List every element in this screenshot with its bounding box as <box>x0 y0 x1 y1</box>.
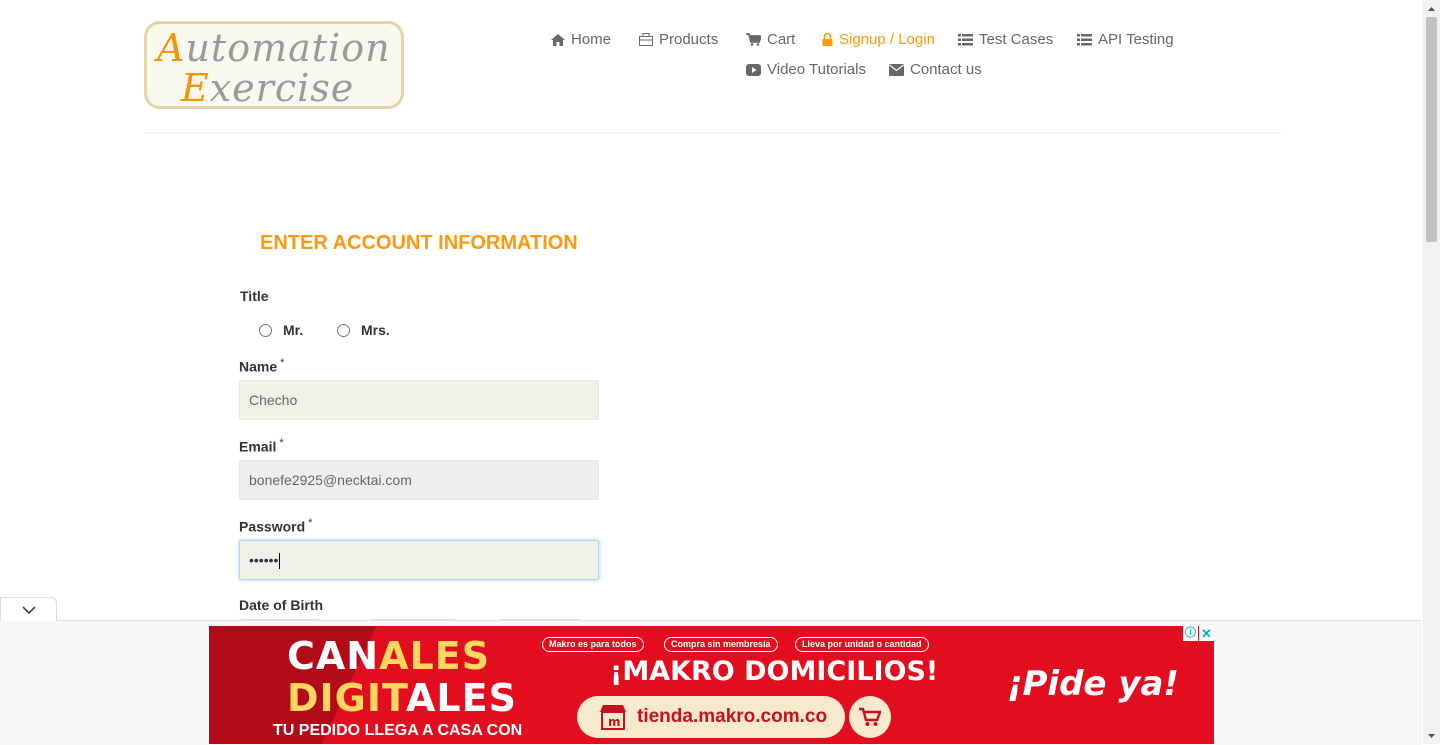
adchoices-icon[interactable]: ⓘ <box>1183 626 1198 641</box>
ad-title-line-1: CANALES <box>287 634 491 678</box>
ad-pill: Compra sin membresía <box>664 637 778 652</box>
list-icon <box>958 33 973 45</box>
ad-banner[interactable]: CANALES DIGITALES TU PEDIDO LLEGA A CASA… <box>209 626 1214 744</box>
nav-signup-login[interactable]: Signup / Login <box>822 31 935 48</box>
ad-url-box: m tienda.makro.com.co <box>577 696 845 738</box>
logo-line-2: Exercise <box>181 66 355 110</box>
nav-contact-us[interactable]: Contact us <box>889 61 982 78</box>
password-label: Password * <box>239 517 313 535</box>
ad-collapse-button[interactable] <box>0 597 57 621</box>
triangle-down-icon <box>1428 733 1435 738</box>
nav-video-tutorials[interactable]: Video Tutorials <box>746 61 866 78</box>
nav-home[interactable]: Home <box>551 31 611 48</box>
form-title: ENTER ACCOUNT INFORMATION <box>260 232 578 254</box>
ad-pill: Lleva por unidad o cantidad <box>795 637 929 652</box>
title-label: Title <box>240 288 269 304</box>
nav-test-cases[interactable]: Test Cases <box>958 31 1053 48</box>
ad-subline: TU PEDIDO LLEGA A CASA CON <box>273 722 523 739</box>
page-scrollbar[interactable] <box>1423 0 1440 744</box>
triangle-up-icon <box>1428 6 1435 11</box>
svg-text:m: m <box>608 715 621 729</box>
scrollbar-thumb[interactable] <box>1426 17 1437 242</box>
header-divider <box>144 132 1281 133</box>
radio-mrs[interactable] <box>337 324 350 337</box>
scroll-down-button[interactable] <box>1423 727 1440 744</box>
chevron-down-icon <box>21 605 36 614</box>
ad-pill: Makro es para todos <box>542 637 644 652</box>
envelope-icon <box>889 63 904 76</box>
site-logo[interactable]: Automation Exercise <box>144 21 404 110</box>
text-caret <box>279 553 281 570</box>
radio-mr[interactable] <box>259 324 272 337</box>
store-icon: m <box>600 705 626 730</box>
ad-title-line-2: DIGITALES <box>287 676 517 720</box>
nav-api-testing[interactable]: API Testing <box>1077 31 1174 48</box>
shopping-bag-icon <box>639 33 653 46</box>
logo-line-1: Automation <box>157 26 391 70</box>
name-input[interactable]: Checho <box>239 380 599 420</box>
cart-icon <box>746 33 761 46</box>
radio-mrs-label[interactable]: Mrs. <box>361 322 390 338</box>
radio-mr-label[interactable]: Mr. <box>283 322 303 338</box>
nav-products[interactable]: Products <box>639 31 718 48</box>
home-icon <box>551 33 565 46</box>
cart-icon <box>859 707 881 726</box>
email-label: Email * <box>239 437 284 455</box>
ad-headline: ¡MAKRO DOMICILIOS! <box>610 656 939 687</box>
list-icon <box>1077 33 1092 45</box>
nav-cart[interactable]: Cart <box>746 31 795 48</box>
dob-label: Date of Birth <box>239 597 323 613</box>
scroll-up-button[interactable] <box>1423 0 1440 17</box>
ad-cart-badge <box>849 696 891 738</box>
email-input[interactable]: bonefe2925@necktai.com <box>239 460 599 500</box>
ad-cta: ¡Pide ya! <box>1007 664 1179 704</box>
youtube-play-icon <box>746 63 761 76</box>
name-label: Name * <box>239 357 285 375</box>
lock-icon <box>822 33 833 46</box>
ad-close-icon[interactable]: ✕ <box>1199 626 1214 641</box>
password-input[interactable]: •••••• <box>239 540 599 580</box>
